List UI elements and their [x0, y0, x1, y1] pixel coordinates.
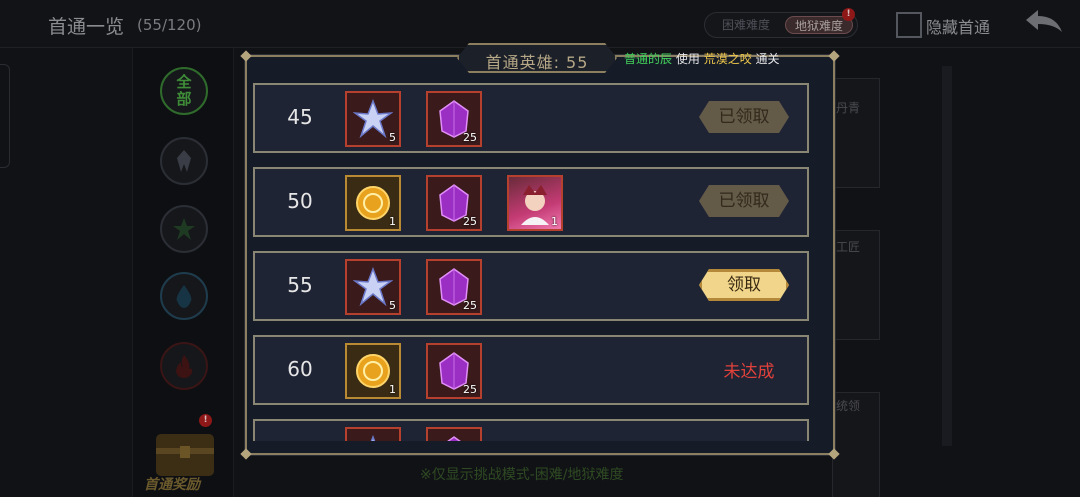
gold-medal-icon: [356, 354, 390, 388]
not-achieved-status: 未达成: [723, 362, 775, 382]
page-title: 首通一览: [48, 16, 125, 38]
difficulty-note: ※仅显示挑战模式-困难/地狱难度: [420, 467, 624, 483]
background-card-label: 丹青: [836, 101, 861, 115]
reward-item[interactable]: [426, 427, 482, 441]
first-clear-reward-modal: 首通英雄: 55 普通的辰 使用 荒漠之咬 通关 45 5 25 已领取 50 …: [240, 55, 840, 460]
first-clear-stage-name: 荒漠之咬: [703, 52, 752, 66]
reward-list[interactable]: 45 5 25 已领取 50 1 25 1 已领取 55 5 25 领取 60 …: [253, 83, 811, 441]
claimed-button[interactable]: 已领取: [699, 101, 789, 133]
category-shadow-button[interactable]: [160, 137, 208, 185]
category-fire-button[interactable]: [160, 342, 208, 390]
reward-count: 1: [389, 383, 396, 396]
reward-item[interactable]: 1: [345, 175, 401, 231]
category-water-button[interactable]: [160, 272, 208, 320]
category-all-label-top: 全: [176, 73, 192, 91]
reward-row: [253, 419, 809, 441]
reward-count: 25: [463, 299, 477, 312]
reward-item[interactable]: 25: [426, 259, 482, 315]
difficulty-alert-badge: !: [842, 8, 855, 21]
reward-item[interactable]: 1: [507, 175, 563, 231]
modal-title: 首通英雄: 55: [485, 53, 589, 72]
reward-item[interactable]: [345, 427, 401, 441]
reward-row: 50 1 25 1 已领取: [253, 167, 809, 237]
reward-count: 5: [389, 131, 396, 144]
row-level: 50: [287, 189, 313, 213]
reward-count: 25: [463, 215, 477, 228]
reward-count: 1: [389, 215, 396, 228]
reward-alert-badge: !: [199, 414, 212, 427]
reward-row: 55 5 25 领取: [253, 251, 809, 321]
reward-count: 25: [463, 131, 477, 144]
reward-count: 25: [463, 383, 477, 396]
category-all-label-bottom: 部: [176, 90, 192, 108]
first-clear-info: 普通的辰 使用 荒漠之咬 通关: [624, 50, 780, 67]
first-clear-count: (55/120): [137, 16, 202, 34]
leaf-emblem-icon: [173, 218, 195, 240]
gold-medal-icon: [356, 186, 390, 220]
difficulty-toggle[interactable]: 困难难度 地狱难度: [704, 12, 858, 38]
first-clear-reward-tab-label[interactable]: 首通奖励: [144, 474, 200, 494]
hide-cleared-checkbox[interactable]: [896, 12, 922, 38]
category-nature-button[interactable]: [160, 205, 208, 253]
hide-cleared-label[interactable]: 隐藏首通: [926, 14, 990, 38]
background-hero-card: [832, 78, 880, 188]
difficulty-hard-option[interactable]: 困难难度: [713, 16, 779, 34]
reward-item[interactable]: 5: [345, 91, 401, 147]
star-shard-icon: [353, 99, 393, 139]
background-card-label: 统领: [836, 399, 861, 413]
use-word: 使用: [675, 52, 700, 66]
reward-item[interactable]: 25: [426, 175, 482, 231]
background-card-label: 工匠: [836, 240, 861, 254]
reward-count: 5: [389, 299, 396, 312]
claim-button[interactable]: 领取: [699, 269, 789, 301]
clear-word: 通关: [755, 52, 780, 66]
purple-crystal-icon: [447, 436, 461, 441]
star-shard-icon: [370, 435, 376, 441]
fire-emblem-icon: [176, 355, 193, 378]
modal-title-plaque: 首通英雄: 55: [457, 43, 617, 73]
reward-item[interactable]: 25: [426, 91, 482, 147]
row-level: 45: [287, 105, 313, 129]
reward-item[interactable]: 1: [345, 343, 401, 399]
reward-row: 45 5 25 已领取: [253, 83, 809, 153]
category-all-button[interactable]: 全 部: [160, 67, 208, 115]
reward-count: 1: [551, 215, 558, 228]
reward-item[interactable]: 25: [426, 343, 482, 399]
background-scrollbar: [942, 66, 952, 446]
row-level: 55: [287, 273, 313, 297]
water-drop-icon: [176, 285, 192, 308]
top-bar: 首通一览 (55/120) 困难难度 地狱难度 ! 隐藏首通: [0, 0, 1080, 48]
first-clear-hero-name: 普通的辰: [624, 52, 673, 66]
left-edge-panel: [0, 64, 10, 168]
claw-emblem-icon: [177, 150, 191, 172]
reward-row: 60 1 25 未达成: [253, 335, 809, 405]
reward-item[interactable]: 5: [345, 259, 401, 315]
star-shard-icon: [353, 267, 393, 307]
row-level: 60: [287, 357, 313, 381]
claimed-button[interactable]: 已领取: [699, 185, 789, 217]
back-arrow-icon[interactable]: [1022, 6, 1066, 38]
